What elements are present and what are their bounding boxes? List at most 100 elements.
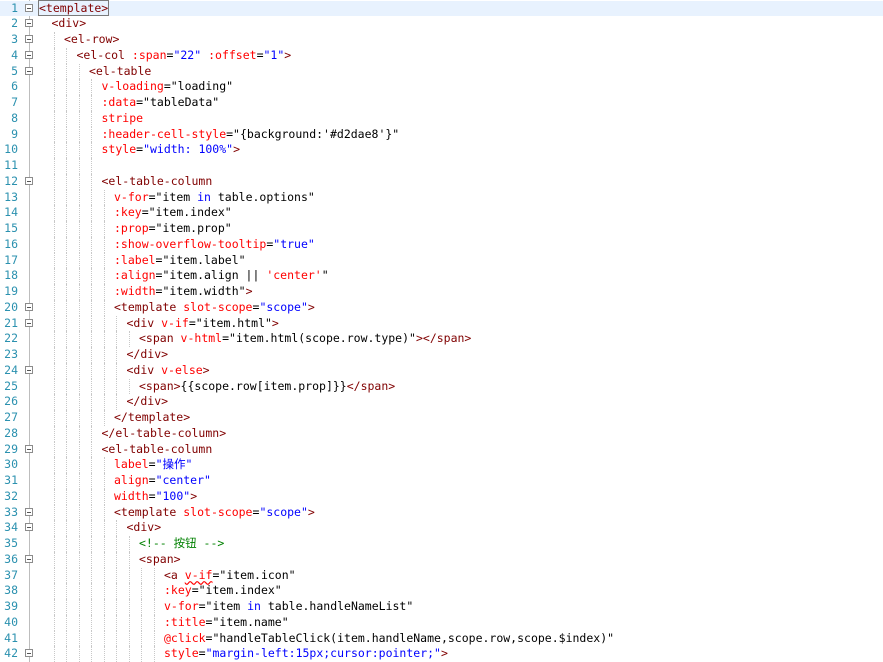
code-line[interactable]: 40:title="item.name" xyxy=(0,614,883,631)
indent-guide xyxy=(53,457,56,473)
indent-guide xyxy=(128,583,131,599)
code-line[interactable]: 33 <template slot-scope="scope"> xyxy=(0,504,883,521)
indent-guide xyxy=(78,142,81,158)
code-line[interactable]: 26 </div> xyxy=(0,394,883,410)
code-line[interactable]: 12 <el-table-column xyxy=(0,173,883,190)
code-line[interactable]: 23 </div> xyxy=(0,347,883,363)
code-line[interactable]: 27 </template> xyxy=(0,410,883,426)
code-line[interactable]: 34 <div> xyxy=(0,520,883,536)
code-token: "true" xyxy=(273,236,315,251)
fold-toggle-icon[interactable] xyxy=(25,318,33,327)
indent-guide xyxy=(53,268,56,284)
code-line[interactable]: 21 <div v-if="item.html"> xyxy=(0,315,883,332)
code-line[interactable]: 16:show-overflow-tooltip="true" xyxy=(0,236,883,253)
code-token: <div xyxy=(126,362,162,377)
indent-guide xyxy=(53,646,56,662)
indent-guide xyxy=(66,110,68,127)
indent-guide xyxy=(103,567,106,584)
indent-guide xyxy=(78,284,81,300)
code-text: :data="tableData" xyxy=(102,95,220,111)
code-line[interactable]: 25 <span>{{scope.row[item.prop]}}</span> xyxy=(0,378,883,395)
fold-toggle-icon[interactable] xyxy=(25,554,33,563)
code-token: :offset xyxy=(208,47,257,62)
code-line[interactable]: 19:width="item.width"> xyxy=(0,284,883,300)
code-line[interactable]: 41 @click="handleTableClick(item.handleNa… xyxy=(0,630,883,647)
code-line[interactable]: 5 <el-table xyxy=(0,63,883,80)
fold-toggle-icon[interactable] xyxy=(25,523,33,532)
code-line[interactable]: 32 width="100"> xyxy=(0,488,883,505)
line-number: 9 xyxy=(11,126,18,141)
code-line[interactable]: 14:key="item.index" xyxy=(0,205,883,221)
indent-guide xyxy=(91,441,93,458)
code-line[interactable]: 38:key="item.index" xyxy=(0,583,883,599)
indent-guide xyxy=(103,473,106,489)
indent-guide xyxy=(78,110,81,127)
indent-guide xyxy=(53,331,56,347)
code-token: <span> xyxy=(139,378,181,393)
fold-toggle-icon[interactable] xyxy=(25,365,33,374)
indent-guide xyxy=(78,488,81,505)
code-line[interactable]: 42 style="margin-left:15px;cursor:pointer… xyxy=(0,646,883,662)
code-text: </el-table-column> xyxy=(102,426,227,442)
code-token: ="item xyxy=(148,189,198,204)
code-token: :header-cell-style xyxy=(101,126,227,141)
indent-guide xyxy=(141,599,143,615)
code-line[interactable]: 18:align="item.align || 'center'" xyxy=(0,268,883,284)
indent-guide xyxy=(78,425,81,442)
fold-toggle-icon[interactable] xyxy=(25,19,33,28)
fold-toggle-icon[interactable] xyxy=(25,507,33,516)
code-line[interactable]: 9:header-cell-style="{background:'#d2dae… xyxy=(0,126,883,143)
code-line[interactable]: 15:prop="item.prop" xyxy=(0,221,883,237)
code-line[interactable]: 4 <el-col :span="22" :offset="1"> xyxy=(0,47,883,64)
code-token: <div> xyxy=(126,520,162,535)
code-text: <template> xyxy=(37,0,110,17)
indent-guide xyxy=(91,362,93,379)
code-line[interactable]: 10 style="width: 100%"> xyxy=(0,142,883,158)
indent-guide xyxy=(78,567,81,584)
code-line[interactable]: 35 <!-- 按钮 --> xyxy=(0,536,883,552)
code-line[interactable]: 28 </el-table-column> xyxy=(0,425,883,442)
line-number: 8 xyxy=(11,110,18,125)
fold-toggle-icon[interactable] xyxy=(25,50,33,59)
code-text: :align="item.align || 'center'" xyxy=(114,268,329,284)
code-line[interactable]: 11 xyxy=(0,158,883,174)
code-line[interactable]: 17:label="item.label" xyxy=(0,252,883,269)
code-line[interactable]: 20 <template slot-scope="scope"> xyxy=(0,299,883,316)
code-line[interactable]: 36 <span> xyxy=(0,551,883,568)
fold-toggle-icon[interactable] xyxy=(25,444,33,453)
indent-guide xyxy=(53,347,56,363)
fold-toggle-icon[interactable] xyxy=(25,176,33,185)
fold-toggle-icon[interactable] xyxy=(25,302,33,311)
code-line[interactable]: 1 <template> xyxy=(0,0,883,17)
fold-toggle-icon[interactable] xyxy=(25,66,33,75)
fold-toggle-icon[interactable] xyxy=(25,35,33,43)
code-line[interactable]: 39 v-for="item in table.handleNameList" xyxy=(0,599,883,615)
code-line[interactable]: 24 <div v-else> xyxy=(0,362,883,379)
code-editor[interactable]: 1 <template> 2 <div> 3 <el-row> 4 <el-col :span… xyxy=(0,0,883,662)
code-token: <el-table-column xyxy=(101,441,213,456)
line-number: 38 xyxy=(4,583,18,598)
code-line[interactable]: 8 stripe xyxy=(0,110,883,127)
indent-guide xyxy=(53,520,56,536)
code-line[interactable]: 29 <el-table-column xyxy=(0,441,883,458)
code-line[interactable]: 13 v-for="item in table.options" xyxy=(0,189,883,206)
indent-guide xyxy=(128,599,131,615)
code-line[interactable]: 6 v-loading="loading" xyxy=(0,79,883,95)
code-line[interactable]: 37 <a v-if="item.icon" xyxy=(0,567,883,584)
code-line[interactable]: 22 <span v-html="item.html(scope.row.type… xyxy=(0,331,883,347)
code-token: ="handleTableClick(item.handleName,scope… xyxy=(205,630,615,645)
code-token: = xyxy=(198,646,206,661)
fold-toggle-icon[interactable] xyxy=(25,649,33,658)
code-line[interactable]: 31 align="center" xyxy=(0,473,883,489)
code-token: > xyxy=(271,315,279,330)
indent-guide xyxy=(91,473,93,489)
code-text: :key="item.index" xyxy=(114,205,232,221)
code-line[interactable]: 30 label="操作" xyxy=(0,457,883,473)
fold-toggle-icon[interactable] xyxy=(25,3,33,12)
code-line[interactable]: 7:data="tableData" xyxy=(0,95,883,111)
indent-guide xyxy=(53,173,56,190)
indent-guide xyxy=(116,378,118,395)
line-number: 37 xyxy=(4,567,18,582)
code-line[interactable]: 2 <div> xyxy=(0,16,883,32)
code-line[interactable]: 3 <el-row> xyxy=(0,32,883,48)
